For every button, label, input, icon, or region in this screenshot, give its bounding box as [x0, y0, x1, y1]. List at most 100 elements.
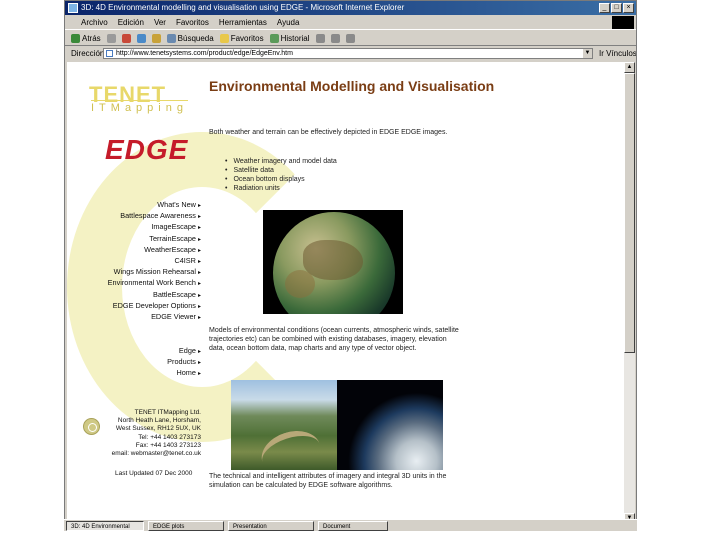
print-button[interactable]	[330, 33, 340, 43]
taskbar-item-presentation[interactable]: Presentation	[228, 521, 314, 531]
company-address: TENET ITMapping Ltd. North Heath Lane, H…	[81, 409, 201, 458]
nav-imageescape[interactable]: ImageEscape ▸	[108, 222, 201, 233]
nav-label: Products	[167, 357, 196, 367]
menu-edicion[interactable]: Edición	[118, 15, 144, 29]
bottom-text: The technical and intelligent attributes…	[209, 473, 447, 489]
arrow-icon: ▸	[197, 292, 201, 299]
address-label: Dirección	[71, 49, 105, 58]
search-button[interactable]: Búsqueda	[166, 31, 214, 46]
close-button[interactable]: ×	[623, 3, 634, 13]
nav-battleescape[interactable]: BattleEscape ▸	[108, 290, 201, 301]
forward-arrow-icon	[106, 33, 116, 43]
edit-button[interactable]	[345, 33, 355, 43]
main-nav: What's New ▸ Battlespace Awareness ▸ Ima…	[108, 200, 201, 323]
last-updated: Last Updated 07 Dec 2000	[115, 470, 193, 477]
menu-ver[interactable]: Ver	[154, 15, 166, 29]
stop-icon	[121, 33, 131, 43]
arrow-icon: ▸	[197, 349, 201, 355]
taskbar-item-plots[interactable]: EDGE plots	[148, 521, 224, 531]
mail-button[interactable]	[315, 33, 325, 43]
arrow-icon: ▸	[197, 214, 201, 221]
menu-herramientas[interactable]: Herramientas	[219, 15, 267, 29]
vertical-scrollbar[interactable]: ▲ ▼	[624, 62, 635, 524]
nav-label: Wings Mission Rehearsal	[113, 267, 196, 277]
nav-label: ImageEscape	[151, 222, 196, 232]
address-line: West Sussex, RH12 5UX, UK	[115, 425, 201, 433]
minimize-button[interactable]: _	[599, 3, 610, 13]
nav-edge-developer-options[interactable]: EDGE Developer Options ▸	[108, 301, 201, 312]
menu-bar: Archivo Edición Ver Favoritos Herramient…	[65, 15, 636, 30]
scroll-thumb[interactable]	[624, 73, 635, 353]
menu-favoritos[interactable]: Favoritos	[176, 15, 209, 29]
arrow-icon: ▸	[197, 225, 201, 232]
stop-button[interactable]	[121, 33, 131, 43]
nav-terrainescape[interactable]: TerrainEscape ▸	[108, 234, 201, 245]
go-button[interactable]: Ir Vínculos »	[599, 47, 636, 61]
models-text: Models of environmental conditions (ocea…	[209, 327, 459, 352]
nav-label: Home	[176, 368, 196, 378]
edge-logo: EDGE	[105, 134, 189, 165]
nav-label: C4ISR	[174, 256, 196, 266]
nav-label: Environmental Work Bench	[107, 278, 196, 288]
refresh-button[interactable]	[136, 33, 146, 43]
back-button[interactable]: Atrás	[71, 31, 101, 46]
history-button[interactable]: Historial	[269, 31, 310, 46]
taskbar-item-document[interactable]: Document	[318, 521, 388, 531]
nav-whats-new[interactable]: What's New ▸	[108, 200, 201, 211]
list-item: Radiation units	[225, 184, 337, 193]
search-label: Búsqueda	[177, 33, 214, 43]
arrow-icon: ▸	[197, 236, 201, 243]
address-dropdown-icon[interactable]: ▼	[583, 49, 592, 58]
maximize-button[interactable]: □	[611, 3, 622, 13]
page-title: Environmental Modelling and Visualisatio…	[209, 78, 495, 94]
mail-icon	[315, 33, 325, 43]
forward-button[interactable]	[106, 33, 116, 43]
arrow-icon: ▸	[197, 360, 201, 367]
nav-c4isr[interactable]: C4ISR ▸	[108, 256, 201, 267]
nav-weatherescape[interactable]: WeatherEscape ▸	[108, 245, 201, 256]
scroll-up-icon[interactable]: ▲	[624, 62, 635, 73]
nav-home[interactable]: Home ▸	[167, 368, 201, 379]
arrow-icon: ▸	[197, 371, 201, 378]
home-button[interactable]	[151, 33, 161, 43]
print-icon	[330, 33, 340, 43]
title-bar: 3D: 4D Environmental modelling and visua…	[65, 1, 636, 15]
nav-battlespace-awareness[interactable]: Battlespace Awareness ▸	[108, 211, 201, 222]
refresh-icon	[136, 33, 146, 43]
favorites-button[interactable]: Favoritos	[219, 31, 264, 46]
terrain-image	[231, 380, 337, 470]
nav-products[interactable]: Products ▸	[167, 357, 201, 368]
list-item: Satellite data	[225, 166, 337, 175]
email-link[interactable]: email: webmaster@tenet.co.uk	[81, 450, 201, 458]
fax: Fax: +44 1403 273123	[135, 441, 201, 449]
list-item: Ocean bottom displays	[225, 175, 337, 184]
arrow-icon: ▸	[197, 247, 201, 254]
address-input[interactable]: http://www.tenetsystems.com/product/edge…	[103, 48, 593, 59]
list-item: Weather imagery and model data	[225, 157, 336, 166]
nav-edge[interactable]: Edge ▸	[167, 346, 201, 357]
earth-from-space-image	[337, 380, 443, 470]
arrow-icon: ▸	[197, 259, 201, 266]
internet-explorer-icon	[68, 3, 78, 13]
nav-wings-mission-rehearsal[interactable]: Wings Mission Rehearsal ▸	[108, 267, 201, 278]
links-label[interactable]: Vínculos »	[606, 49, 636, 58]
browser-window: 3D: 4D Environmental modelling and visua…	[64, 0, 637, 528]
globe-image	[263, 210, 403, 314]
arrow-icon: ▸	[197, 270, 201, 277]
menu-archivo[interactable]: Archivo	[81, 15, 108, 29]
nav-label: What's New	[157, 200, 196, 209]
go-label: Ir	[599, 49, 604, 58]
history-label: Historial	[280, 33, 310, 43]
address-bar: Dirección http://www.tenetsystems.com/pr…	[65, 47, 636, 61]
menu-ayuda[interactable]: Ayuda	[277, 15, 300, 29]
nav-label: WeatherEscape	[144, 244, 196, 254]
arrow-icon: ▸	[197, 281, 201, 288]
taskbar-item-browser[interactable]: 3D: 4D Environmental	[66, 521, 144, 531]
search-icon	[166, 33, 176, 43]
arrow-icon: ▸	[197, 303, 201, 310]
back-label: Atrás	[82, 33, 101, 43]
company-name: TENET ITMapping Ltd.	[134, 409, 201, 416]
nav-environmental-work-bench[interactable]: Environmental Work Bench ▸	[108, 278, 201, 289]
address-url: http://www.tenetsystems.com/product/edge…	[116, 50, 293, 57]
nav-edge-viewer[interactable]: EDGE Viewer ▸	[108, 312, 201, 323]
